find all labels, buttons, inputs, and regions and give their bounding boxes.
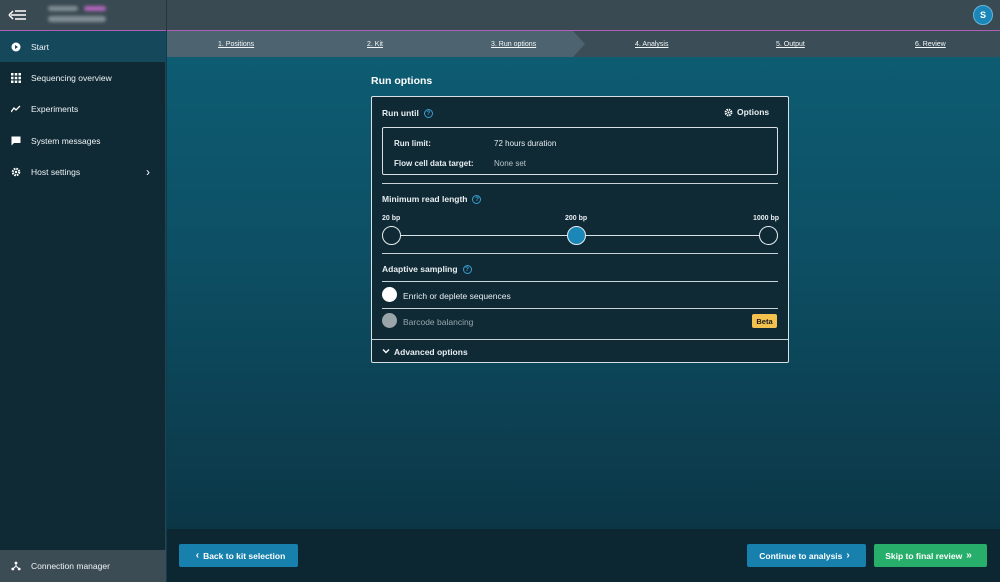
divider [382, 281, 778, 282]
sidebar-item-connection-manager[interactable]: Connection manager [0, 550, 166, 582]
sidebar-item-start[interactable]: Start [0, 31, 166, 62]
step-positions[interactable]: 1. Positions [218, 41, 254, 48]
advanced-options-label: Advanced options [394, 347, 468, 357]
slider-node-200bp[interactable] [567, 226, 586, 245]
step-output[interactable]: 5. Output [776, 41, 805, 48]
chevron-right-icon: › [146, 164, 150, 179]
host-name-redacted [48, 4, 106, 22]
activity-icon [10, 103, 21, 114]
page-title: Run options [371, 75, 433, 87]
run-until-summary: Run limit: 72 hours duration Flow cell d… [382, 127, 778, 175]
sidebar-item-label: Experiments [31, 103, 79, 114]
continue-to-analysis-button[interactable]: Continue to analysis › [747, 544, 866, 567]
enrich-deplete-radio[interactable] [382, 287, 397, 302]
sidebar-item-label: Start [31, 41, 49, 52]
divider [382, 308, 778, 309]
sidebar-item-label: System messages [31, 135, 101, 146]
chevron-down-icon [382, 347, 390, 357]
run-limit-value: 72 hours duration [494, 139, 557, 148]
step-analysis[interactable]: 4. Analysis [635, 41, 668, 48]
barcode-balancing-radio[interactable] [382, 313, 397, 328]
sidebar-item-system-messages[interactable]: System messages [0, 125, 166, 156]
run-options-panel: Run until? Options Run limit: 72 hours d… [371, 96, 789, 363]
run-limit-key: Run limit: [394, 139, 431, 148]
options-button[interactable]: Options [724, 107, 769, 117]
enrich-deplete-label: Enrich or deplete sequences [403, 291, 511, 301]
divider [382, 253, 778, 254]
topbar-divider [166, 0, 167, 31]
help-icon[interactable]: ? [423, 109, 433, 119]
flow-cell-target-key: Flow cell data target: [394, 159, 474, 168]
sidebar-item-label: Connection manager [31, 561, 110, 571]
message-icon [10, 135, 21, 146]
sidebar-item-host-settings[interactable]: Host settings › [0, 156, 166, 187]
skip-to-final-review-button[interactable]: Skip to final review » [874, 544, 987, 567]
barcode-balancing-label: Barcode balancing [403, 317, 474, 327]
step-run-options[interactable]: 3. Run options [491, 41, 536, 48]
step-breadcrumb: 1. Positions 2. Kit 3. Run options 4. An… [167, 31, 1000, 57]
sidebar-item-label: Host settings [31, 166, 81, 177]
grid-icon [10, 72, 21, 83]
user-avatar[interactable]: S [973, 5, 993, 25]
gear-icon [724, 108, 733, 116]
network-icon [10, 561, 21, 572]
chevron-right-icon: › [846, 550, 850, 561]
slider-node-1000bp[interactable] [759, 226, 778, 245]
play-circle-icon [10, 41, 21, 52]
menu-toggle-icon[interactable] [7, 8, 27, 22]
slider-tick-label: 200 bp [565, 215, 588, 222]
chevron-left-icon: ‹ [195, 550, 200, 561]
slider-tick-label: 20 bp [382, 215, 401, 222]
divider [382, 183, 778, 184]
flow-cell-target-value: None set [494, 159, 527, 168]
advanced-options-toggle[interactable]: Advanced options [372, 339, 788, 362]
double-chevron-right-icon: » [966, 550, 972, 561]
sidebar-item-label: Sequencing overview [31, 72, 112, 83]
adaptive-sampling-heading: Adaptive sampling? [382, 264, 472, 275]
step-review[interactable]: 6. Review [915, 41, 946, 48]
top-bar: S [0, 0, 1000, 31]
help-icon[interactable]: ? [472, 195, 482, 205]
run-until-heading: Run until? [382, 108, 433, 119]
step-kit[interactable]: 2. Kit [367, 41, 383, 48]
help-icon[interactable]: ? [462, 265, 472, 275]
slider-tick-label: 1000 bp [753, 215, 780, 222]
minimum-read-length-heading: Minimum read length? [382, 194, 482, 205]
gear-icon [10, 166, 21, 177]
back-to-kit-selection-button[interactable]: ‹ Back to kit selection [179, 544, 298, 567]
beta-badge: Beta [752, 314, 777, 328]
sidebar-item-sequencing-overview[interactable]: Sequencing overview [0, 62, 166, 93]
slider-node-20bp[interactable] [382, 226, 401, 245]
sidebar-item-experiments[interactable]: Experiments [0, 93, 166, 124]
sidebar: Start Sequencing overview Experiments Sy… [0, 31, 166, 582]
